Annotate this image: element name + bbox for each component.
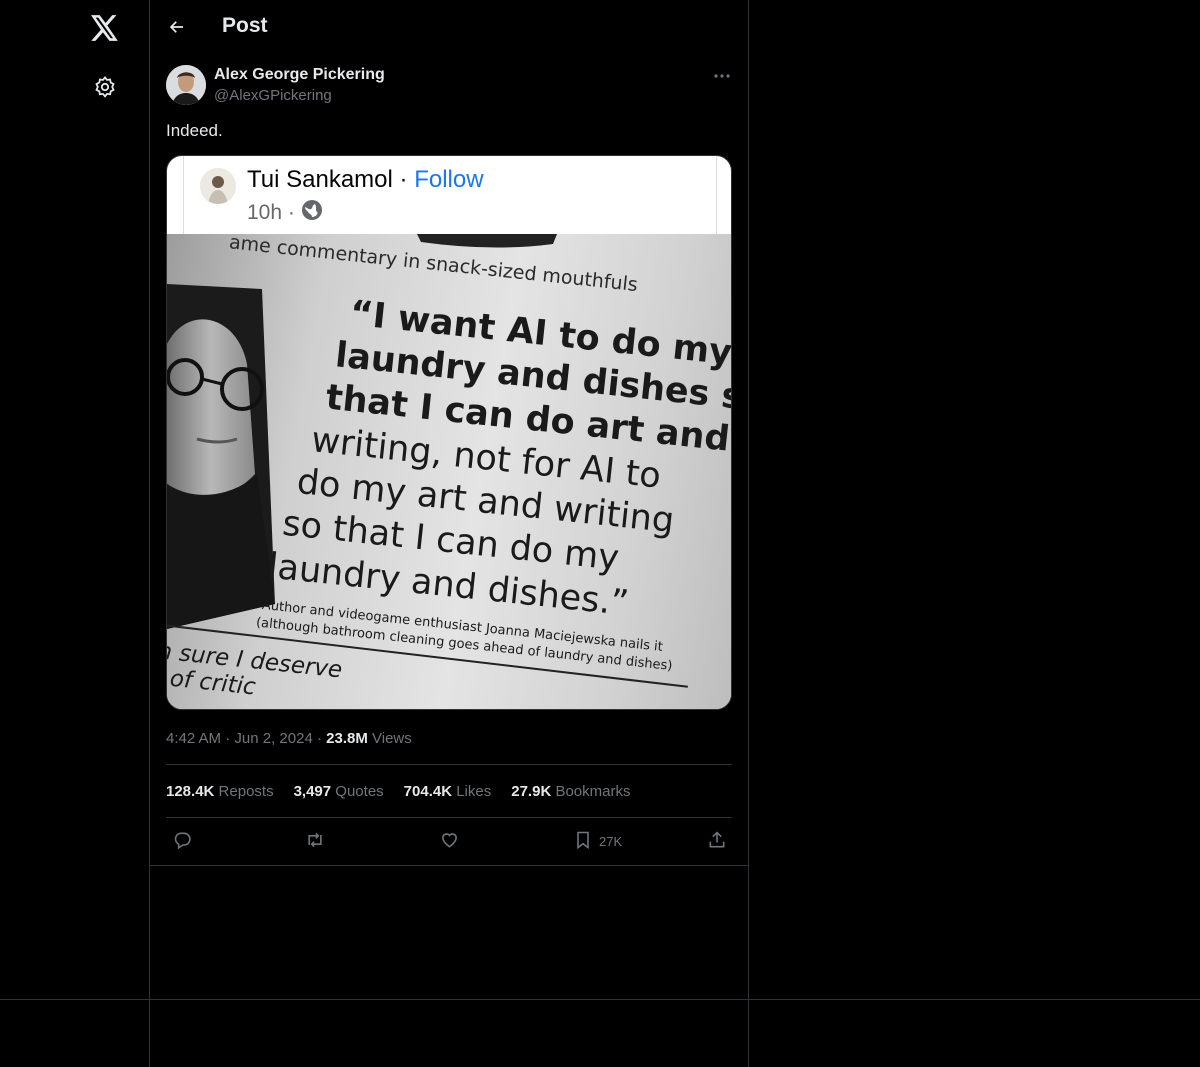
bookmark-count: 27K bbox=[599, 834, 623, 849]
more-icon[interactable] bbox=[710, 68, 734, 84]
post-column: Post Alex George Pickering @AlexGPickeri… bbox=[150, 0, 749, 1067]
fb-follow-link[interactable]: Follow bbox=[414, 166, 483, 193]
views-count: 23.8M bbox=[326, 730, 368, 747]
globe-icon bbox=[301, 199, 323, 227]
action-bar: 27K bbox=[166, 828, 732, 856]
post-stats: 128.4K Reposts 3,497 Quotes 704.4K Likes… bbox=[166, 783, 630, 800]
bookmark-icon bbox=[573, 830, 593, 853]
embedded-facebook-header: Tui Sankamol · Follow 10h · bbox=[183, 156, 717, 234]
post-time[interactable]: 4:42 AM bbox=[166, 730, 221, 747]
author-name[interactable]: Alex George Pickering bbox=[214, 66, 385, 84]
fb-time: 10h · bbox=[247, 201, 295, 224]
avatar[interactable] bbox=[166, 65, 206, 105]
page-title: Post bbox=[222, 14, 268, 37]
magazine-photo: ame commentary in snack-sized mouthfuls … bbox=[167, 234, 731, 709]
like-icon bbox=[439, 830, 460, 853]
post-text: Indeed. bbox=[166, 121, 223, 140]
bottom-divider bbox=[0, 999, 1200, 1000]
post-meta: 4:42 AM · Jun 2, 2024 · 23.8M Views bbox=[166, 730, 412, 747]
reply-button[interactable] bbox=[172, 830, 192, 853]
share-button[interactable] bbox=[707, 830, 727, 853]
reposts-stat[interactable]: 128.4K Reposts bbox=[166, 783, 274, 800]
post-date[interactable]: Jun 2, 2024 bbox=[234, 730, 312, 747]
likes-stat[interactable]: 704.4K Likes bbox=[404, 783, 492, 800]
fb-name[interactable]: Tui Sankamol bbox=[247, 166, 393, 193]
divider bbox=[166, 764, 732, 765]
photo-portrait bbox=[167, 284, 275, 629]
fb-avatar bbox=[200, 168, 236, 204]
repost-icon bbox=[304, 830, 326, 853]
page-header: Post bbox=[150, 0, 748, 54]
reply-icon bbox=[172, 830, 192, 853]
post-media[interactable]: Tui Sankamol · Follow 10h · ame commenta… bbox=[166, 155, 732, 710]
views-label: Views bbox=[372, 730, 412, 747]
divider bbox=[150, 865, 748, 866]
quotes-stat[interactable]: 3,497 Quotes bbox=[294, 783, 384, 800]
author-handle[interactable]: @AlexGPickering bbox=[214, 87, 332, 104]
fb-separator: · bbox=[399, 166, 408, 193]
divider bbox=[166, 817, 732, 818]
x-logo-icon[interactable] bbox=[89, 12, 121, 44]
share-icon bbox=[707, 830, 727, 853]
settings-gear-icon[interactable] bbox=[91, 73, 119, 101]
left-nav bbox=[0, 0, 150, 1067]
bookmark-button[interactable]: 27K bbox=[573, 830, 622, 853]
repost-button[interactable] bbox=[304, 830, 326, 853]
like-button[interactable] bbox=[439, 830, 460, 853]
bookmarks-stat[interactable]: 27.9K Bookmarks bbox=[511, 783, 630, 800]
back-arrow-icon[interactable] bbox=[164, 14, 190, 40]
